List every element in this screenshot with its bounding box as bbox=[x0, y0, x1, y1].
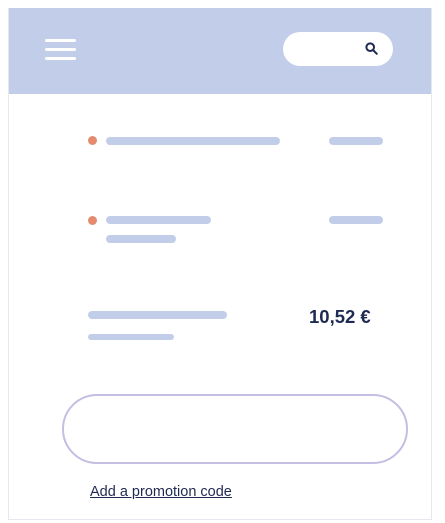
item-status-dot bbox=[88, 136, 97, 145]
total-sublabel-placeholder bbox=[88, 334, 174, 340]
hamburger-line bbox=[45, 57, 76, 60]
search-input[interactable] bbox=[283, 32, 393, 66]
item-price-placeholder bbox=[329, 137, 383, 145]
item-status-dot bbox=[88, 216, 97, 225]
search-icon bbox=[365, 42, 378, 55]
item-price-placeholder bbox=[329, 216, 383, 224]
hamburger-menu-icon bbox=[45, 39, 76, 42]
hamburger-line bbox=[45, 48, 76, 51]
item-name-placeholder bbox=[106, 137, 280, 145]
add-promotion-code-link[interactable]: Add a promotion code bbox=[90, 484, 232, 500]
item-detail-placeholder bbox=[106, 235, 176, 243]
header-bar bbox=[9, 8, 431, 94]
menu-button[interactable] bbox=[45, 39, 76, 61]
item-name-placeholder bbox=[106, 216, 211, 224]
promotion-code-field[interactable] bbox=[62, 394, 408, 464]
app-frame: 10,52 € Add a promotion code bbox=[8, 8, 432, 520]
total-label-placeholder bbox=[88, 311, 227, 319]
total-price: 10,52 € bbox=[309, 306, 371, 327]
